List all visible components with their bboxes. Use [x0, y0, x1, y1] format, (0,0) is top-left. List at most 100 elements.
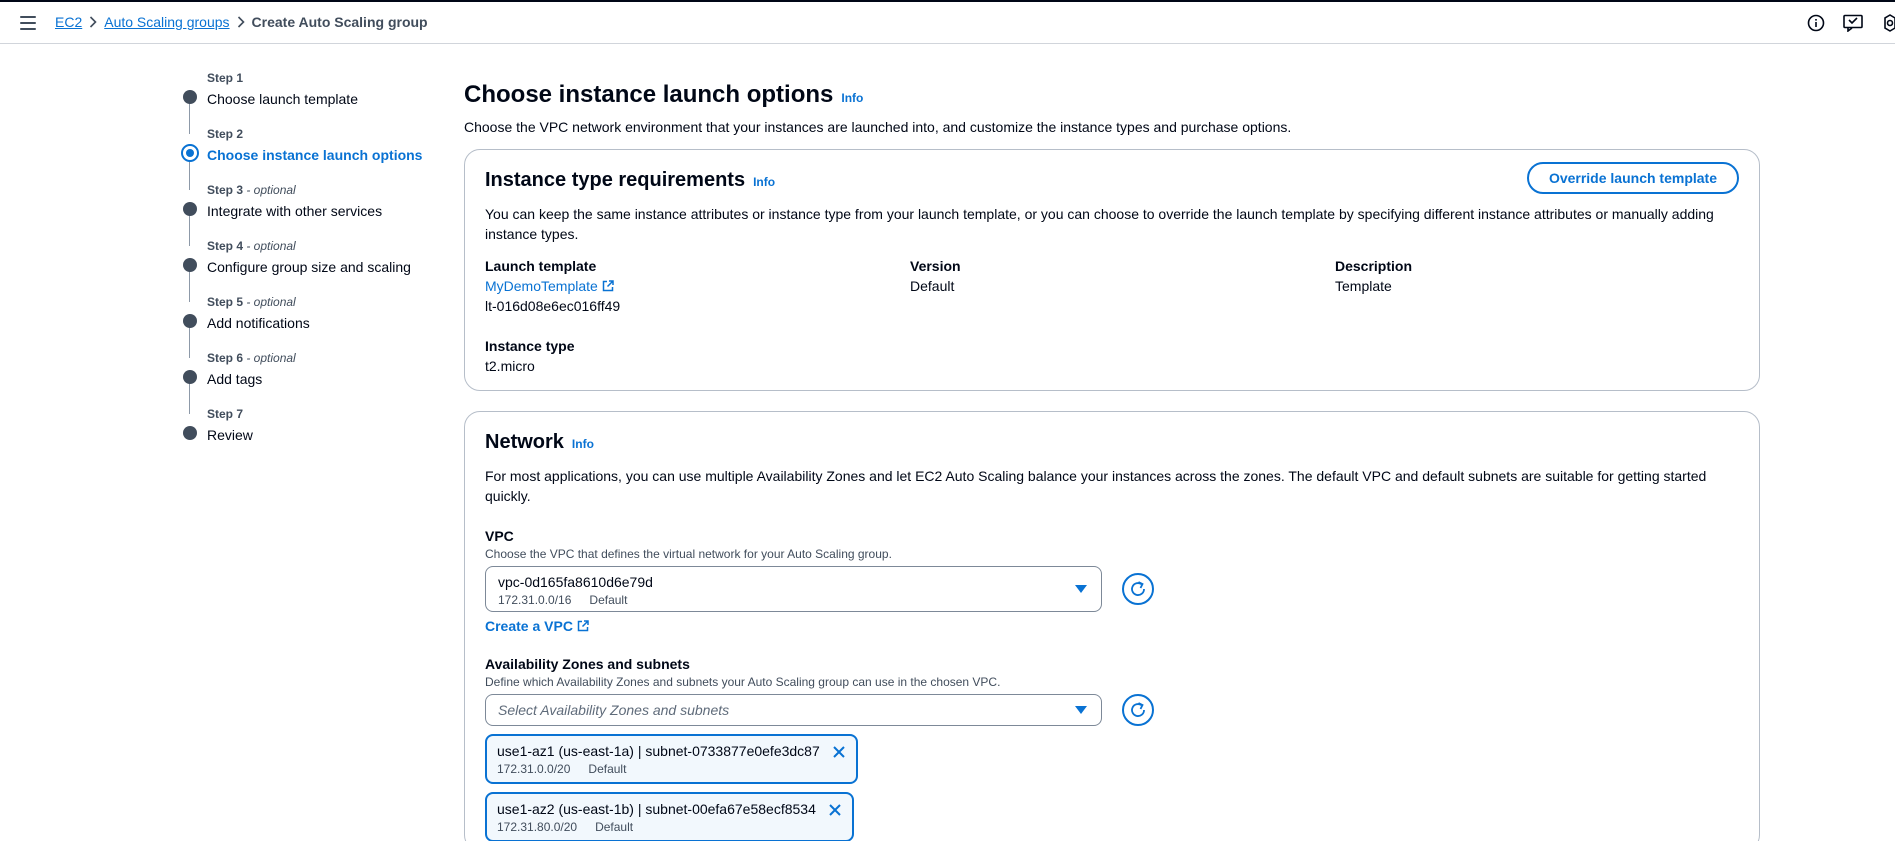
step-number: Step 5 - optional [207, 295, 296, 309]
step-1[interactable]: Step 1 Choose launch template [178, 70, 438, 134]
instance-type-requirements-panel: Instance type requirements Info Override… [464, 149, 1760, 391]
page-info-link[interactable]: Info [841, 83, 863, 113]
step-title: Integrate with other services [207, 203, 383, 219]
external-link-icon [577, 620, 589, 632]
step-number: Step 7 [207, 407, 244, 421]
network-panel: Network Info For most applications, you … [464, 411, 1760, 841]
az-placeholder: Select Availability Zones and subnets [498, 702, 730, 718]
caret-down-icon [1075, 706, 1087, 714]
instance-type-value: t2.micro [485, 358, 535, 374]
wizard-steps: Step 1 Choose launch template Step 2 Cho… [178, 70, 438, 462]
main-content: Choose instance launch options Info Choo… [464, 80, 1760, 841]
vpc-tag: Default [589, 593, 628, 607]
launch-template-column: Launch template MyDemoTemplate lt-016d08… [485, 256, 910, 316]
subnet-token: use1-az2 (us-east-1b) | subnet-00efa67e5… [485, 792, 854, 841]
step-indicator-active [181, 144, 199, 162]
create-vpc-link[interactable]: Create a VPC [485, 618, 589, 634]
page-description: Choose the VPC network environment that … [464, 119, 1292, 135]
subnet-tag: Default [595, 820, 634, 834]
close-icon[interactable] [828, 803, 842, 820]
launch-template-label: Launch template [485, 258, 597, 274]
vpc-cidr: 172.31.0.0/16 [498, 593, 572, 607]
step-number: Step 3 - optional [207, 183, 296, 197]
step-indicator [183, 370, 197, 384]
settings-icon[interactable] [1881, 14, 1895, 32]
description-value: Template [1335, 278, 1392, 294]
az-label: Availability Zones and subnets [485, 656, 690, 672]
step-5[interactable]: Step 5 - optional Add notifications [178, 294, 438, 358]
subnet-tag: Default [588, 762, 627, 776]
step-title: Add tags [207, 371, 263, 387]
chevron-right-icon [82, 16, 104, 28]
refresh-subnets-button[interactable] [1122, 694, 1154, 726]
subnet-token: use1-az1 (us-east-1a) | subnet-0733877e0… [485, 734, 858, 784]
instance-type-label: Instance type [485, 338, 575, 354]
refresh-icon [1131, 702, 1145, 717]
network-description: For most applications, you can use multi… [485, 468, 1707, 504]
version-column: Version Default [910, 256, 1335, 316]
step-6[interactable]: Step 6 - optional Add tags [178, 350, 438, 414]
vpc-select[interactable]: vpc-0d165fa8610d6e79d 172.31.0.0/16 Defa… [485, 566, 1102, 612]
step-indicator [183, 426, 197, 440]
external-link-icon [602, 280, 614, 292]
step-indicator [183, 90, 197, 104]
az-subnet-select[interactable]: Select Availability Zones and subnets [485, 694, 1102, 726]
panel-title: Instance type requirements [485, 169, 746, 191]
close-icon[interactable] [832, 745, 846, 762]
refresh-vpc-button[interactable] [1122, 573, 1154, 605]
vpc-value: vpc-0d165fa8610d6e79d [498, 574, 653, 590]
version-label: Version [910, 258, 961, 274]
vpc-label: VPC [485, 528, 514, 544]
breadcrumb-ec2[interactable]: EC2 [55, 14, 82, 30]
az-field: Availability Zones and subnets Define wh… [485, 654, 1739, 841]
step-indicator [183, 314, 197, 328]
top-icons [1807, 14, 1895, 32]
page-title: Choose instance launch options [464, 81, 834, 108]
step-indicator [183, 258, 197, 272]
launch-template-name: MyDemoTemplate [485, 278, 598, 294]
description-column: Description Template [1335, 256, 1739, 316]
network-info-link[interactable]: Info [572, 430, 594, 458]
feedback-icon[interactable] [1843, 14, 1863, 32]
chevron-right-icon [230, 16, 252, 28]
step-4[interactable]: Step 4 - optional Configure group size a… [178, 238, 438, 302]
step-number: Step 6 - optional [207, 351, 296, 365]
create-vpc-label: Create a VPC [485, 618, 573, 634]
subnet-cidr: 172.31.0.0/20 [497, 762, 571, 776]
step-2[interactable]: Step 2 Choose instance launch options [178, 126, 438, 190]
description-label: Description [1335, 258, 1413, 274]
vpc-description: Choose the VPC that defines the virtual … [485, 547, 892, 561]
step-number: Step 4 - optional [207, 239, 296, 253]
subnet-name: use1-az2 (us-east-1b) | subnet-00efa67e5… [497, 801, 816, 817]
step-indicator [183, 202, 197, 216]
selected-subnets: use1-az1 (us-east-1a) | subnet-0733877e0… [485, 726, 1739, 841]
breadcrumb-auto-scaling-groups[interactable]: Auto Scaling groups [104, 14, 229, 30]
az-description: Define which Availability Zones and subn… [485, 675, 1001, 689]
instance-req-info-link[interactable]: Info [753, 168, 775, 196]
step-7[interactable]: Step 7 Review [178, 406, 438, 462]
caret-down-icon [1075, 585, 1087, 593]
panel-title: Network [485, 431, 564, 453]
step-title: Add notifications [207, 315, 310, 331]
launch-template-id: lt-016d08e6ec016ff49 [485, 298, 621, 314]
version-value: Default [910, 278, 955, 294]
subnet-name: use1-az1 (us-east-1a) | subnet-0733877e0… [497, 743, 820, 759]
subnet-cidr: 172.31.80.0/20 [497, 820, 578, 834]
step-title: Choose launch template [207, 91, 358, 107]
panel-header: Network Info [485, 428, 1739, 458]
launch-template-details: Launch template MyDemoTemplate lt-016d08… [485, 256, 1739, 316]
instance-type-block: Instance type t2.micro [485, 336, 1739, 376]
step-3[interactable]: Step 3 - optional Integrate with other s… [178, 182, 438, 246]
refresh-icon [1131, 581, 1145, 596]
info-circle-icon[interactable] [1807, 14, 1825, 32]
override-launch-template-button[interactable]: Override launch template [1526, 162, 1739, 194]
launch-template-link[interactable]: MyDemoTemplate [485, 276, 614, 296]
panel-description: You can keep the same instance attribute… [485, 206, 1714, 242]
vpc-field: VPC Choose the VPC that defines the virt… [485, 526, 1739, 634]
step-number: Step 1 [207, 71, 244, 85]
menu-icon[interactable] [20, 16, 36, 30]
top-navigation-bar: EC2 Auto Scaling groups Create Auto Scal… [0, 0, 1895, 44]
breadcrumb: EC2 Auto Scaling groups Create Auto Scal… [55, 14, 428, 30]
breadcrumb-current: Create Auto Scaling group [251, 14, 428, 30]
page-header: Choose instance launch options Info [464, 80, 1760, 113]
